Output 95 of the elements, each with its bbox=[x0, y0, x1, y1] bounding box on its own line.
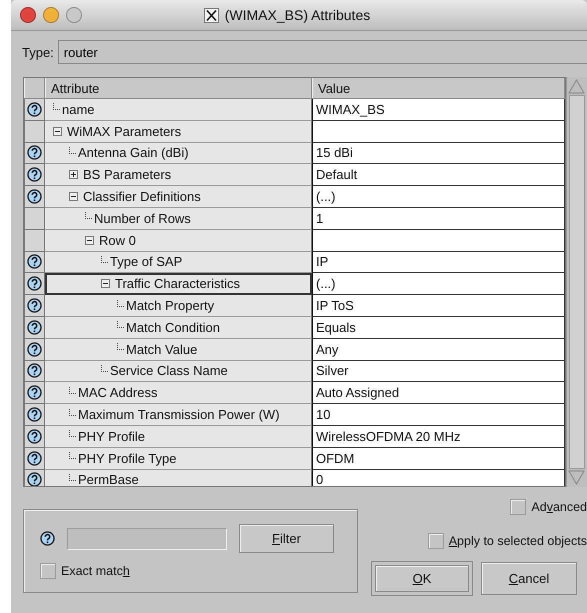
help-icon[interactable] bbox=[27, 189, 42, 204]
attribute-cell[interactable]: name bbox=[45, 99, 312, 121]
attribute-cell[interactable]: Antenna Gain (dBi) bbox=[45, 142, 312, 164]
expand-icon[interactable] bbox=[69, 170, 78, 180]
attribute-name: Match Property bbox=[126, 298, 214, 314]
collapse-icon[interactable] bbox=[53, 126, 62, 136]
value-cell[interactable]: 10 bbox=[312, 404, 565, 426]
value-cell[interactable]: 0 bbox=[312, 470, 565, 486]
attribute-name: PermBase bbox=[78, 472, 139, 486]
value-cell[interactable]: WirelessOFDMA 20 MHz bbox=[312, 426, 565, 448]
attribute-name: Classifier Definitions bbox=[83, 189, 201, 204]
help-icon[interactable] bbox=[27, 320, 42, 335]
scroll-thumb[interactable] bbox=[569, 95, 585, 469]
value-cell[interactable]: Auto Assigned bbox=[312, 382, 565, 404]
attribute-name: Number of Rows bbox=[94, 210, 191, 226]
checkbox[interactable] bbox=[40, 563, 56, 579]
column-header[interactable]: Value bbox=[312, 78, 565, 98]
collapse-icon[interactable] bbox=[85, 236, 94, 245]
help-icon[interactable] bbox=[27, 342, 42, 357]
value-cell[interactable]: Equals bbox=[312, 316, 565, 339]
attribute-cell[interactable]: WiMAX Parameters bbox=[45, 120, 312, 143]
attribute-name: Match Value bbox=[126, 342, 198, 357]
attribute-name: Traffic Characteristics bbox=[115, 276, 240, 292]
attribute-cell[interactable]: MAC Address bbox=[45, 382, 312, 404]
value-cell[interactable]: 1 bbox=[312, 208, 565, 230]
help-icon[interactable] bbox=[27, 428, 42, 444]
type-label: Type: bbox=[22, 44, 54, 60]
help-icon[interactable] bbox=[27, 254, 42, 270]
scrollbar[interactable] bbox=[566, 77, 587, 487]
attribute-cell[interactable]: PHY Profile Type bbox=[45, 448, 312, 470]
value-cell[interactable] bbox=[312, 230, 565, 252]
attribute-name: Maximum Transmission Power (W) bbox=[78, 407, 280, 422]
exact-match-checkbox[interactable]: Exact match bbox=[40, 563, 357, 579]
help-icon[interactable] bbox=[40, 531, 55, 546]
value-cell[interactable]: OFDM bbox=[312, 448, 565, 470]
attribute-cell[interactable]: Match Property bbox=[45, 295, 312, 317]
collapse-icon[interactable] bbox=[101, 279, 110, 288]
ok-button[interactable]: OK bbox=[375, 565, 469, 592]
collapse-icon[interactable] bbox=[69, 192, 78, 202]
checkbox[interactable] bbox=[428, 533, 444, 549]
attribute-cell[interactable]: Maximum Transmission Power (W) bbox=[45, 404, 312, 426]
value-cell[interactable]: Default bbox=[312, 164, 565, 186]
filter-button[interactable]: Filter bbox=[239, 524, 334, 553]
value-cell[interactable]: Any bbox=[312, 338, 565, 361]
attribute-name: Service Class Name bbox=[110, 363, 228, 378]
help-icon[interactable] bbox=[27, 450, 42, 466]
value-cell[interactable]: IP ToS bbox=[312, 295, 565, 317]
help-icon[interactable] bbox=[27, 407, 42, 422]
help-icon[interactable] bbox=[27, 102, 42, 117]
value-cell[interactable]: Silver bbox=[312, 360, 565, 382]
attribute-cell[interactable]: Classifier Definitions bbox=[45, 186, 312, 208]
help-icon[interactable] bbox=[27, 167, 42, 182]
window-title: (WIMAX_BS) Attributes bbox=[224, 7, 370, 23]
apply-checkbox[interactable]: Apply to selected objects bbox=[428, 533, 587, 549]
attribute-cell[interactable]: PHY Profile bbox=[45, 426, 312, 448]
attribute-cell[interactable]: BS Parameters bbox=[45, 164, 312, 186]
help-icon[interactable] bbox=[27, 385, 42, 400]
minimize-button[interactable] bbox=[43, 7, 59, 23]
attribute-cell[interactable]: Type of SAP bbox=[45, 252, 312, 274]
attribute-name: PHY Profile bbox=[78, 428, 145, 444]
attribute-cell[interactable]: Traffic Characteristics bbox=[45, 273, 312, 296]
app-icon bbox=[204, 8, 219, 22]
value-cell[interactable]: WIMAX_BS bbox=[312, 99, 565, 121]
checkbox[interactable] bbox=[510, 499, 526, 515]
attribute-cell[interactable]: Row 0 bbox=[45, 230, 312, 252]
cancel-button[interactable]: Cancel bbox=[481, 562, 577, 595]
value-cell[interactable]: 15 dBi bbox=[312, 142, 565, 164]
attribute-name: name bbox=[62, 102, 95, 117]
attribute-name: Match Condition bbox=[126, 320, 220, 335]
attribute-cell[interactable]: Match Value bbox=[45, 338, 312, 361]
attribute-name: MAC Address bbox=[78, 385, 158, 400]
attribute-name: Type of SAP bbox=[110, 254, 182, 270]
attribute-name: WiMAX Parameters bbox=[67, 124, 182, 139]
attribute-name: Row 0 bbox=[99, 232, 136, 248]
attribute-name: Antenna Gain (dBi) bbox=[78, 145, 189, 160]
help-icon[interactable] bbox=[27, 363, 42, 378]
attribute-cell[interactable]: Service Class Name bbox=[45, 360, 312, 382]
help-icon[interactable] bbox=[27, 276, 42, 292]
close-button[interactable] bbox=[20, 7, 36, 23]
help-icon[interactable] bbox=[27, 145, 42, 160]
value-cell[interactable] bbox=[312, 120, 565, 143]
attribute-cell[interactable]: Number of Rows bbox=[45, 208, 312, 230]
filter-field[interactable] bbox=[67, 528, 227, 550]
attribute-cell[interactable]: PermBase bbox=[45, 470, 312, 486]
advanced-checkbox[interactable]: Advanced bbox=[510, 499, 587, 515]
attribute-cell[interactable]: Match Condition bbox=[45, 316, 312, 339]
value-cell[interactable]: (...) bbox=[312, 186, 565, 208]
column-header[interactable]: Attribute bbox=[45, 78, 312, 98]
help-icon[interactable] bbox=[27, 298, 42, 314]
value-cell[interactable]: IP bbox=[312, 252, 565, 274]
help-icon[interactable] bbox=[27, 472, 42, 486]
value-cell[interactable]: (...) bbox=[312, 273, 565, 296]
attribute-name: PHY Profile Type bbox=[78, 450, 177, 466]
attribute-name: BS Parameters bbox=[83, 167, 172, 182]
type-field[interactable]: router bbox=[58, 40, 587, 64]
